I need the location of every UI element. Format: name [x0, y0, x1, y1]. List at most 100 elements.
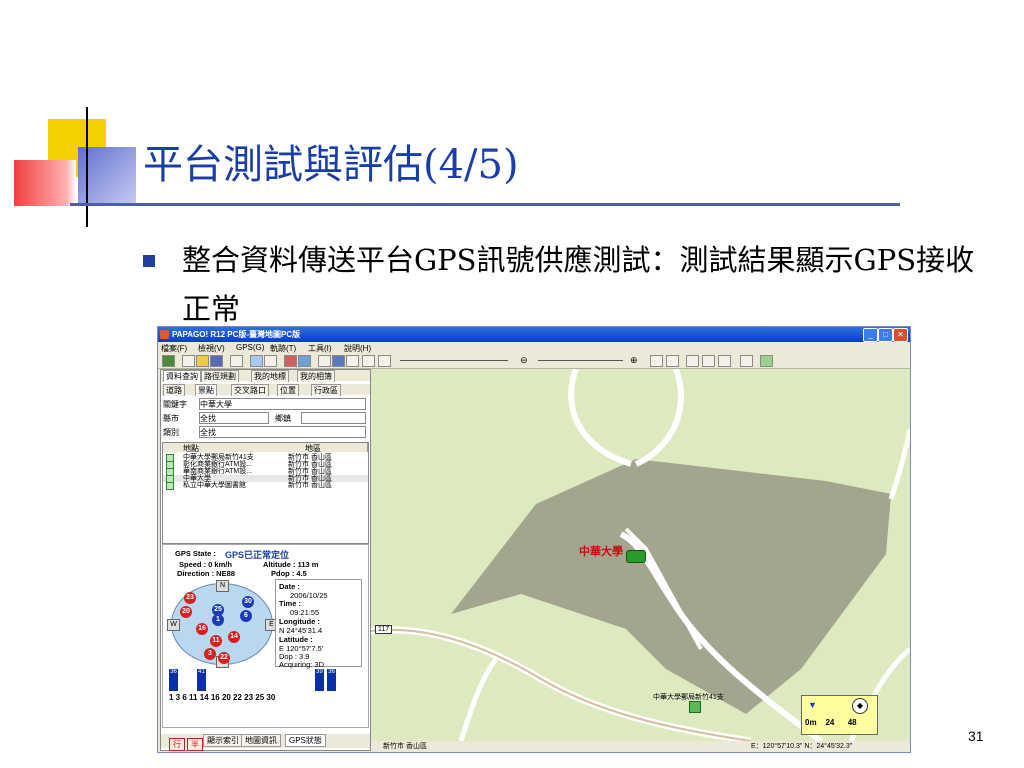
scale-label: 0m 24 48 [805, 718, 857, 727]
bullet-text: 整合資料傳送平台GPS訊號供應測試：測試結果顯示GPS接收正常 [182, 243, 975, 326]
toolbar-button[interactable] [702, 355, 715, 367]
satellite-marker: 3 [204, 648, 216, 660]
tab-my-album[interactable]: 我的相簿 [297, 370, 335, 382]
zoom-in-icon[interactable]: ⊕ [630, 355, 641, 365]
city-label: 縣市 [163, 414, 179, 423]
main-tabs: 資料查詢 路徑規劃 我的地標 我的相簿 [161, 370, 370, 382]
print-icon[interactable] [230, 355, 243, 367]
road [888, 428, 910, 500]
signal-bar: 36 [327, 669, 336, 691]
car-position-icon[interactable] [626, 550, 646, 563]
list-item[interactable]: 華南商業銀行ATM設... 新竹市 香山區 [163, 468, 368, 476]
satellite-skyplot: N S W E 23 20 16 11 14 3 22 30 25 6 1 [167, 580, 278, 668]
satellite-marker: 22 [218, 652, 230, 664]
open-icon[interactable] [196, 355, 209, 367]
poi-icon [166, 482, 174, 490]
tab-poi[interactable]: 景點 [195, 384, 217, 396]
bullet-marker [143, 255, 155, 267]
toolbar: ⊖ ⊕ [158, 353, 910, 369]
latitude-label: Latitude : [279, 635, 313, 644]
compass-north: N [216, 580, 229, 592]
satellite-marker: 23 [184, 592, 196, 604]
road [458, 657, 499, 741]
zoom-slider[interactable] [538, 360, 623, 361]
toolbar-button[interactable] [162, 355, 175, 367]
close-button[interactable]: ✕ [893, 328, 908, 342]
pause-icon[interactable] [378, 355, 391, 367]
gps-info-box: Date : 2006/10/25 Time : 09:21:55 Longit… [275, 579, 362, 669]
date-label: Date : [279, 582, 300, 591]
stop-icon[interactable] [362, 355, 375, 367]
poi-map-icon[interactable] [689, 701, 701, 713]
map-label-main[interactable]: 中華大學 [579, 543, 623, 559]
tab-route-plan[interactable]: 路徑規劃 [201, 370, 239, 382]
toolbar-button[interactable] [332, 355, 345, 367]
category-select[interactable]: 全找 [199, 426, 366, 438]
bottom-tab-button[interactable]: 半 [187, 738, 203, 751]
map-icon[interactable] [760, 355, 773, 367]
road-number-label: 117 [375, 625, 393, 634]
keyword-input[interactable]: 中華大學 [199, 398, 366, 410]
keyword-label: 關鍵字 [163, 400, 187, 409]
status-district: 新竹市 香山區 [383, 743, 427, 750]
gps-pdop: Pdop : 4.5 [271, 569, 307, 578]
tab-location[interactable]: 位置 [277, 384, 299, 396]
tab-gps-status[interactable]: GPS狀態 [285, 734, 326, 747]
car-icon[interactable] [284, 355, 297, 367]
column-header-place[interactable]: 地點 [163, 443, 306, 453]
list-item[interactable]: 私立中華大學圖書館 新竹市 香山區 [163, 482, 368, 490]
keyword-row: 關鍵字 中華大學 [161, 398, 370, 410]
bottom-tab-button[interactable]: 行 [169, 738, 185, 751]
town-select[interactable] [301, 412, 366, 424]
tab-index[interactable]: 顯示索引 [203, 734, 243, 747]
map-view[interactable]: 中華大學 117 中華大學郵局新竹41支 ▼ ◆ 0m 24 48 [371, 369, 910, 741]
tab-roads[interactable]: 道路 [163, 384, 185, 396]
tab-map-info[interactable]: 地圖資訊 [241, 734, 281, 747]
toolbar-button[interactable] [250, 355, 263, 367]
toolbar-button[interactable] [686, 355, 699, 367]
campus-area [451, 459, 891, 714]
list-item[interactable]: 中華大學郵局新竹41支 新竹市 香山區 [163, 454, 368, 462]
column-header-area[interactable]: 地區 [305, 443, 368, 453]
window-titlebar: PAPAGO! R12 PC版-臺灣地圖PC版 _ □ ✕ [158, 327, 910, 342]
play-icon[interactable] [346, 355, 359, 367]
toolbar-button[interactable] [298, 355, 311, 367]
gps-signal-icon: ▼ [808, 700, 817, 710]
pan-hand-icon[interactable] [666, 355, 679, 367]
city-select[interactable]: 全找 [199, 412, 269, 424]
toolbar-button[interactable] [264, 355, 277, 367]
status-bar: 新竹市 香山區 E：120°57'10.3" N：24°45'32.3" [371, 741, 910, 752]
tab-data-query[interactable]: 資料查詢 [163, 370, 201, 382]
deco-red-square [14, 160, 76, 206]
list-item[interactable]: 彰化商業銀行ATM設... 新竹市 香山區 [163, 461, 368, 469]
save-icon[interactable] [210, 355, 223, 367]
menu-gps[interactable]: GPS(G) [236, 343, 264, 352]
satellite-axis-numbers: 1 3 6 11 14 16 20 22 23 25 30 [169, 693, 276, 702]
tab-my-landmarks[interactable]: 我的地標 [251, 370, 289, 382]
satellite-marker: 16 [196, 623, 208, 635]
city-row: 縣市 全找 鄉鎮 [161, 412, 370, 424]
maximize-button[interactable]: □ [878, 328, 893, 342]
gps-altitude: Altitude : 113 m [263, 560, 319, 569]
window-title: PAPAGO! R12 PC版-臺灣地圖PC版 [172, 330, 301, 339]
fullscreen-icon[interactable] [740, 355, 753, 367]
minimize-button[interactable]: _ [863, 328, 878, 342]
compass-icon[interactable]: ◆ [852, 698, 868, 714]
select-icon[interactable] [650, 355, 663, 367]
zoom-out-icon[interactable]: ⊖ [520, 355, 531, 365]
toolbar-button[interactable] [718, 355, 731, 367]
gps-state-label: GPS State : [175, 549, 216, 558]
toolbar-button[interactable] [318, 355, 331, 367]
acquiring-value: Acquiring: 3D [279, 660, 325, 669]
longitude-value: N 24°45'31.4 [279, 626, 323, 635]
new-icon[interactable] [182, 355, 195, 367]
list-item[interactable]: 中華大學 新竹市 香山區 [163, 475, 368, 483]
menu-bar: 檔案(F) 檢視(V) GPS(G) 軌跡(T) 工具(I) 說明(H) [158, 342, 910, 353]
satellite-marker: 6 [240, 610, 252, 622]
gps-direction: Direction : NE88 [177, 569, 235, 578]
tab-intersection[interactable]: 交叉路口 [231, 384, 269, 396]
results-list: 地點 地區 中華大學郵局新竹41支 新竹市 香山區 彰化商業銀行ATM設... 新竹… [162, 442, 369, 544]
tab-district[interactable]: 行政區 [311, 384, 341, 396]
time-label: Time : [279, 599, 301, 608]
track-speed-slider[interactable] [400, 360, 508, 361]
